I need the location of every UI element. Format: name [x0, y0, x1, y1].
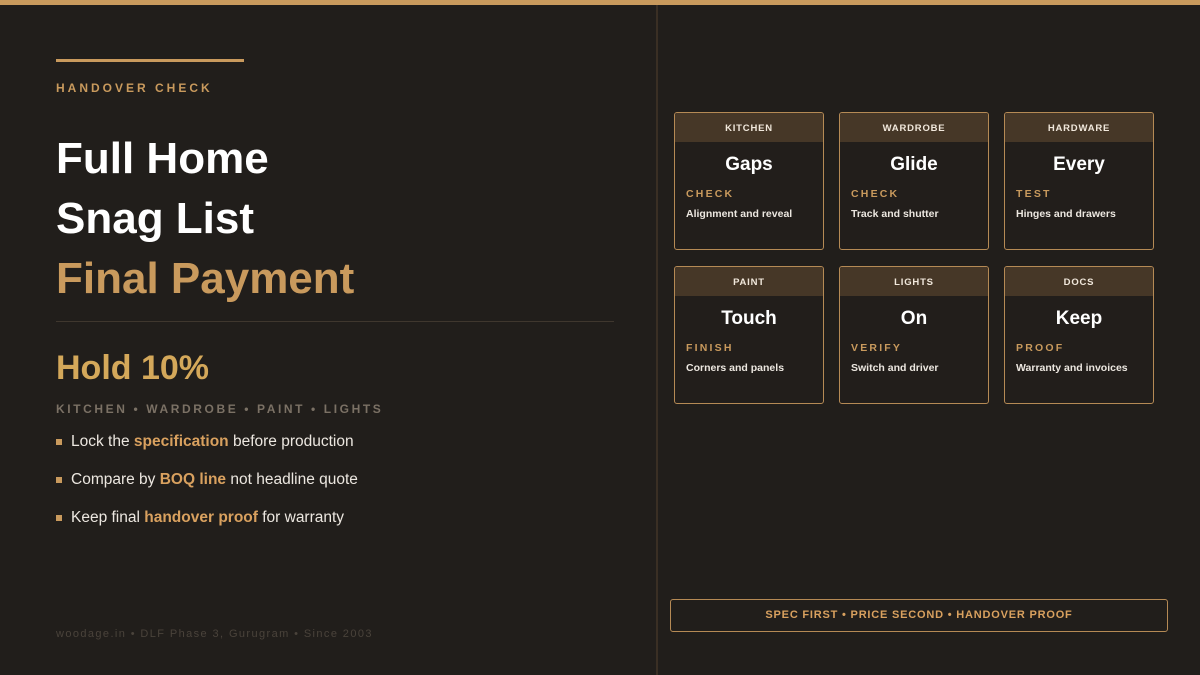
bullet-text: Compare by — [71, 471, 160, 488]
title-line-2: Snag List — [56, 194, 255, 243]
bullet-highlight: BOQ line — [159, 471, 227, 488]
card-value: Touch — [721, 308, 777, 329]
card-paint: PAINT Touch FINISH Corners and panels — [674, 266, 824, 404]
bullet-text: before production — [228, 433, 354, 450]
bullet-item: Compare by BOQ line not headline quote — [56, 468, 358, 506]
card-header: HARDWARE — [1005, 113, 1153, 142]
card-value: On — [900, 308, 928, 329]
title-line-1: Full Home — [56, 134, 269, 183]
card-label: FINISH — [686, 342, 734, 354]
card-lights: LIGHTS On VERIFY Switch and driver — [839, 266, 989, 404]
card-value: Glide — [890, 154, 938, 175]
bullet-list: Lock the specification before production… — [56, 430, 358, 544]
card-header: DOCS — [1005, 267, 1153, 296]
card-hardware: HARDWARE Every TEST Hinges and drawers — [1004, 112, 1154, 250]
bullet-text: not headline quote — [226, 471, 358, 488]
bullet-text: for warranty — [257, 509, 345, 526]
card-header: PAINT — [675, 267, 823, 296]
card-value: Keep — [1055, 308, 1103, 329]
bullet-square-icon — [56, 477, 62, 483]
categories-line: KITCHEN • WARDROBE • PAINT • LIGHTS — [56, 402, 384, 416]
title-line-3: Final Payment — [56, 254, 355, 303]
card-description: Warranty and invoices — [1016, 362, 1128, 374]
bullet-text: Lock the — [71, 433, 134, 450]
card-header: LIGHTS — [840, 267, 988, 296]
card-value: Every — [1053, 154, 1105, 175]
card-wardrobe: WARDROBE Glide CHECK Track and shutter — [839, 112, 989, 250]
card-header: WARDROBE — [840, 113, 988, 142]
horizontal-rule — [56, 321, 614, 322]
eyebrow-label: HANDOVER CHECK — [56, 81, 213, 95]
bullet-highlight: handover proof — [144, 509, 258, 526]
card-label: VERIFY — [851, 342, 903, 354]
tagline-banner: SPEC FIRST • PRICE SECOND • HANDOVER PRO… — [670, 599, 1168, 632]
hold-headline: Hold 10% — [56, 349, 210, 387]
card-description: Hinges and drawers — [1016, 208, 1116, 220]
bullet-highlight: specification — [133, 433, 229, 450]
accent-line — [56, 59, 244, 62]
card-description: Switch and driver — [851, 362, 939, 374]
card-kitchen: KITCHEN Gaps CHECK Alignment and reveal — [674, 112, 824, 250]
card-label: PROOF — [1016, 342, 1065, 354]
left-panel: HANDOVER CHECK Full Home Snag List Final… — [0, 0, 656, 675]
card-label: CHECK — [686, 188, 735, 200]
card-description: Track and shutter — [851, 208, 939, 220]
card-value: Gaps — [725, 154, 773, 175]
bullet-square-icon — [56, 515, 62, 521]
bullet-item: Lock the specification before production — [56, 430, 358, 468]
vertical-divider — [656, 5, 658, 675]
card-description: Corners and panels — [686, 362, 785, 374]
card-header: KITCHEN — [675, 113, 823, 142]
card-label: CHECK — [851, 188, 900, 200]
bullet-square-icon — [56, 439, 62, 445]
bullet-item: Keep final handover proof for warranty — [56, 506, 358, 544]
footer-text: woodage.in • DLF Phase 3, Gurugram • Sin… — [56, 628, 373, 640]
bullet-text: Keep final — [71, 509, 145, 526]
card-label: TEST — [1016, 188, 1052, 200]
card-docs: DOCS Keep PROOF Warranty and invoices — [1004, 266, 1154, 404]
card-description: Alignment and reveal — [686, 208, 793, 220]
